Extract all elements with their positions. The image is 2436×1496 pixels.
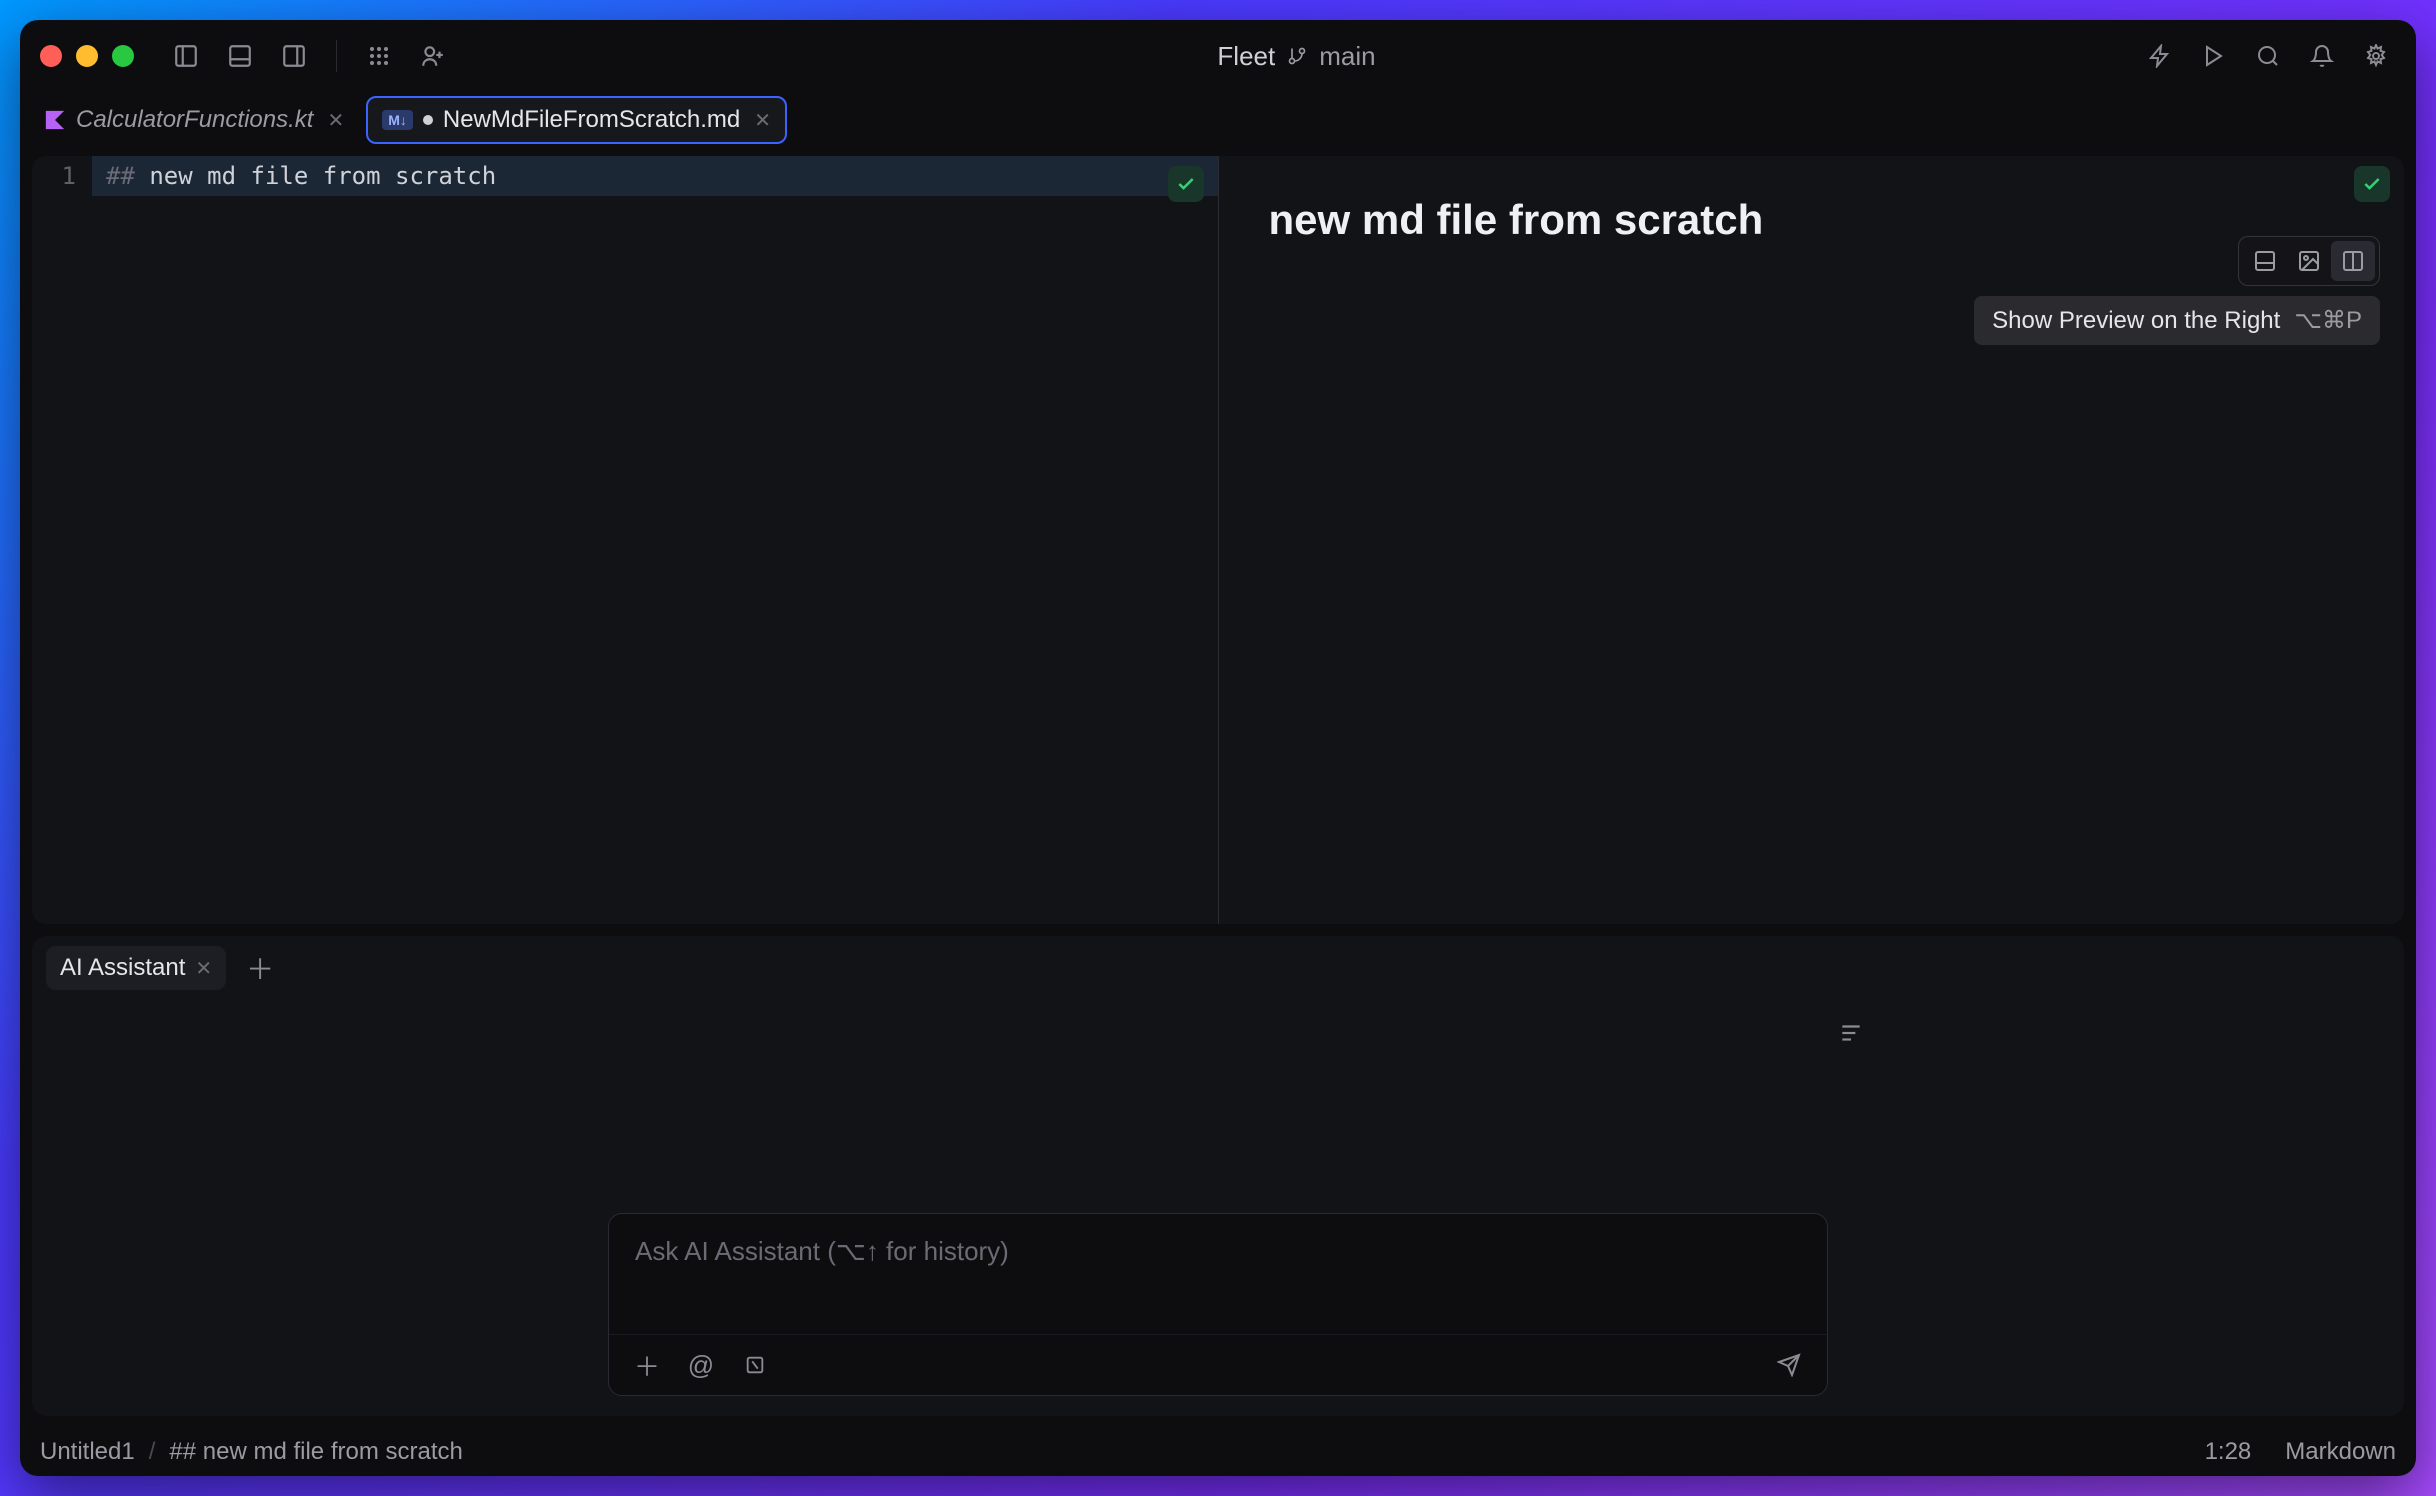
status-language[interactable]: Markdown <box>2285 1438 2396 1466</box>
md-heading-marker: ## <box>106 162 149 190</box>
tab-close-icon[interactable]: ✕ <box>327 108 344 133</box>
preview-layout-toolbar <box>2238 236 2380 286</box>
tooltip-shortcut: ⌥⌘P <box>2294 306 2362 335</box>
editor-line: 1 ## new md file from scratch <box>32 156 1218 196</box>
inspection-ok-icon[interactable] <box>2354 166 2390 202</box>
notifications-icon[interactable] <box>2302 36 2342 76</box>
ai-assistant-tab[interactable]: AI Assistant ✕ <box>46 946 226 990</box>
ai-input[interactable]: Ask AI Assistant (⌥↑ for history) <box>609 1214 1827 1334</box>
markdown-icon: M↓ <box>382 110 413 130</box>
kotlin-icon <box>44 109 66 131</box>
status-breadcrumb[interactable]: ## new md file from scratch <box>169 1438 462 1466</box>
ai-lines-icon[interactable] <box>1838 1020 1864 1046</box>
tab-label: CalculatorFunctions.kt <box>76 106 313 134</box>
editor-preview-pane: new md file from scratch Show Preview on… <box>1219 156 2405 924</box>
close-window-button[interactable] <box>40 45 62 67</box>
ai-add-tab-button[interactable]: ＋ <box>240 948 280 988</box>
editor-split: 1 ## new md file from scratch new md fil… <box>32 156 2404 924</box>
inspection-ok-icon[interactable] <box>1168 166 1204 202</box>
ai-tab-label: AI Assistant <box>60 954 185 982</box>
ai-attach-icon[interactable]: ＋ <box>629 1347 665 1383</box>
tab-calculator-functions[interactable]: CalculatorFunctions.kt ✕ <box>30 98 358 142</box>
run-icon[interactable] <box>2194 36 2234 76</box>
tab-new-md-file[interactable]: M↓ NewMdFileFromScratch.md ✕ <box>366 96 787 144</box>
ai-actions-icon[interactable] <box>2140 36 2180 76</box>
tooltip-text: Show Preview on the Right <box>1992 307 2280 335</box>
search-icon[interactable] <box>2248 36 2288 76</box>
branch-icon <box>1287 46 1307 66</box>
ai-panel-body: Ask AI Assistant (⌥↑ for history) ＋ @ <box>32 1000 2404 1416</box>
window-controls <box>40 45 134 67</box>
titlebar: Fleet main <box>20 20 2416 92</box>
preview-heading: new md file from scratch <box>1269 196 2355 244</box>
separator: / <box>149 1438 156 1466</box>
maximize-window-button[interactable] <box>112 45 134 67</box>
statusbar: Untitled1 / ## new md file from scratch … <box>20 1428 2416 1476</box>
ai-send-icon[interactable] <box>1771 1347 1807 1383</box>
apps-grid-icon[interactable] <box>359 36 399 76</box>
preview-image-icon[interactable] <box>2287 241 2331 281</box>
editor-tabbar: CalculatorFunctions.kt ✕ M↓ NewMdFileFro… <box>20 92 2416 148</box>
app-window: Fleet main CalculatorFunctions.kt ✕ M↓ <box>20 20 2416 1476</box>
ai-panel-tabs: AI Assistant ✕ ＋ <box>32 936 2404 1000</box>
status-cursor-position[interactable]: 1:28 <box>2205 1438 2252 1466</box>
tooltip: Show Preview on the Right ⌥⌘P <box>1974 296 2380 345</box>
ai-command-icon[interactable] <box>737 1347 773 1383</box>
dirty-indicator <box>423 115 433 125</box>
right-panel-toggle-icon[interactable] <box>274 36 314 76</box>
ai-tab-close-icon[interactable]: ✕ <box>195 956 212 981</box>
add-person-icon[interactable] <box>413 36 453 76</box>
separator <box>336 40 337 72</box>
line-text: new md file from scratch <box>149 162 496 190</box>
titlebar-center: Fleet main <box>467 41 2126 72</box>
preview-bottom-icon[interactable] <box>2243 241 2287 281</box>
left-panel-toggle-icon[interactable] <box>166 36 206 76</box>
preview-right-icon[interactable] <box>2331 241 2375 281</box>
ai-mention-icon[interactable]: @ <box>683 1347 719 1383</box>
line-number: 1 <box>32 156 92 196</box>
settings-icon[interactable] <box>2356 36 2396 76</box>
bottom-panel-toggle-icon[interactable] <box>220 36 260 76</box>
ai-assistant-panel: AI Assistant ✕ ＋ Ask AI Assistant (⌥↑ fo… <box>32 936 2404 1416</box>
minimize-window-button[interactable] <box>76 45 98 67</box>
status-filename[interactable]: Untitled1 <box>40 1438 135 1466</box>
ai-input-box: Ask AI Assistant (⌥↑ for history) ＋ @ <box>608 1213 1828 1396</box>
tab-label: NewMdFileFromScratch.md <box>443 106 740 134</box>
app-name-label: Fleet <box>1217 41 1275 72</box>
branch-label[interactable]: main <box>1319 41 1375 72</box>
editor-source-pane[interactable]: 1 ## new md file from scratch <box>32 156 1219 924</box>
tab-close-icon[interactable]: ✕ <box>754 108 771 133</box>
markdown-preview: new md file from scratch <box>1219 156 2405 284</box>
line-content[interactable]: ## new md file from scratch <box>92 156 1218 196</box>
ai-input-toolbar: ＋ @ <box>609 1334 1827 1395</box>
